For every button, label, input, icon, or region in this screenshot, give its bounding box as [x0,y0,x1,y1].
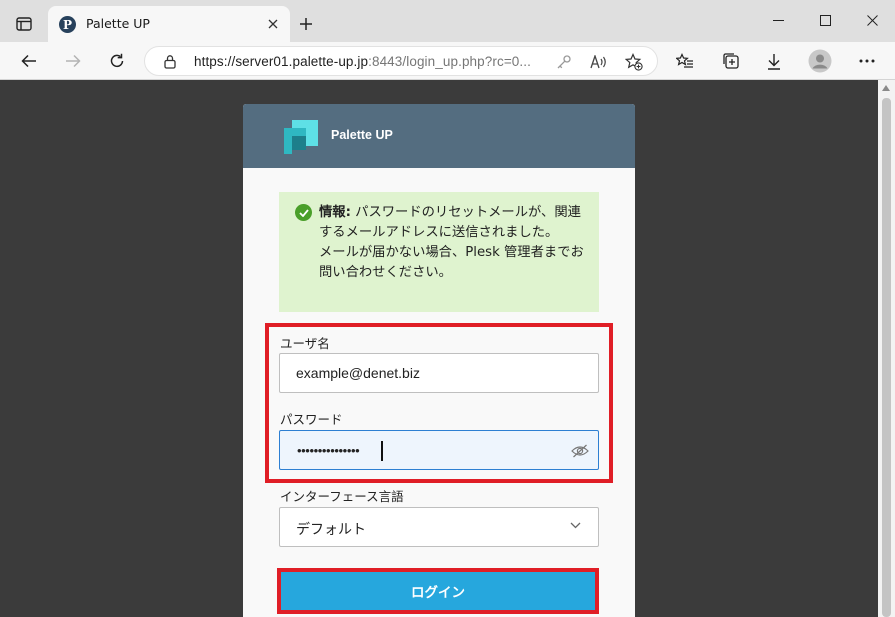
eye-slash-icon [571,444,589,458]
back-arrow-icon [21,54,36,68]
text-caret [381,441,383,461]
forward-arrow-icon [66,54,81,68]
vertical-scrollbar[interactable] [878,80,895,617]
plus-icon [300,18,312,30]
info-line-2: メールが届かない場合、Plesk 管理者までお問い合わせください。 [319,245,584,280]
info-message: 情報: パスワードのリセットメールが、関連するメールアドレスに送信されました。 … [279,192,599,312]
info-text: 情報: パスワードのリセットメールが、関連するメールアドレスに送信されました。 … [319,203,587,283]
close-icon [268,19,278,29]
key-icon [557,55,571,69]
tab-actions-button[interactable] [8,10,40,38]
brand-name: Palette UP [331,128,393,142]
password-field[interactable]: ••••••••••••••• [279,430,599,470]
language-selected-value: デフォルト [296,522,366,538]
new-tab-button[interactable] [294,12,318,36]
settings-more-button[interactable] [852,47,882,75]
scroll-up-icon[interactable] [882,85,890,91]
palette-up-logo-icon [284,120,318,154]
tab-close-button[interactable] [263,14,283,34]
language-label: インターフェース言語 [280,489,404,504]
check-circle-icon [295,204,312,221]
show-password-button[interactable] [570,442,590,460]
refresh-button[interactable] [102,47,132,75]
scrollbar-thumb[interactable] [882,98,891,617]
add-favorite-button[interactable] [623,51,645,73]
login-card: Palette UP 情報: パスワードのリセットメールが、関連するメールアドレ… [243,104,635,617]
info-line-1: パスワードのリセットメールが、関連するメールアドレスに送信されました。 [319,205,581,240]
tab-actions-icon [16,17,32,31]
url-text: https://server01.palette-up.jp:8443/logi… [194,54,531,69]
chevron-down-icon [570,522,581,529]
collections-button[interactable] [716,47,746,75]
read-aloud-icon [590,55,606,69]
back-button[interactable] [14,47,44,75]
downloads-button[interactable] [759,47,789,75]
url-host: https://server01.palette-up.jp [194,54,369,69]
refresh-icon [110,53,124,68]
password-label: パスワード [280,412,343,427]
title-bar: P Palette UP [0,0,895,42]
username-value: example@denet.biz [296,365,420,381]
profile-button[interactable] [805,47,835,75]
window-close-button[interactable] [849,0,895,40]
card-header: Palette UP [243,104,635,168]
key-button[interactable] [553,51,575,73]
maximize-button[interactable] [802,0,848,40]
add-favorite-icon [625,53,643,71]
favorites-icon [676,53,693,68]
address-bar[interactable]: https://server01.palette-up.jp:8443/logi… [144,46,658,76]
browser-toolbar: https://server01.palette-up.jp:8443/logi… [0,42,895,80]
favorites-button[interactable] [670,47,700,75]
username-label: ユーザ名 [280,336,330,351]
profile-avatar-icon [808,49,832,73]
forward-button[interactable] [58,47,88,75]
language-select[interactable]: デフォルト [279,507,599,547]
browser-tab[interactable]: P Palette UP [48,6,290,42]
login-button[interactable]: ログイン [281,572,595,610]
maximize-icon [819,14,831,26]
close-icon [866,14,878,26]
download-icon [768,53,780,70]
password-masked-value: ••••••••••••••• [297,443,360,458]
minimize-button[interactable] [755,0,801,40]
minimize-icon [772,19,784,21]
read-aloud-button[interactable] [588,51,610,73]
collections-icon [723,53,739,69]
info-title: 情報: [319,205,351,220]
username-field[interactable]: example@denet.biz [279,353,599,393]
favicon-icon: P [59,16,76,33]
tab-title: Palette UP [86,16,150,31]
lock-icon[interactable] [163,54,177,69]
more-icon [859,59,875,63]
url-rest: :8443/login_up.php?rc=0... [368,54,531,69]
